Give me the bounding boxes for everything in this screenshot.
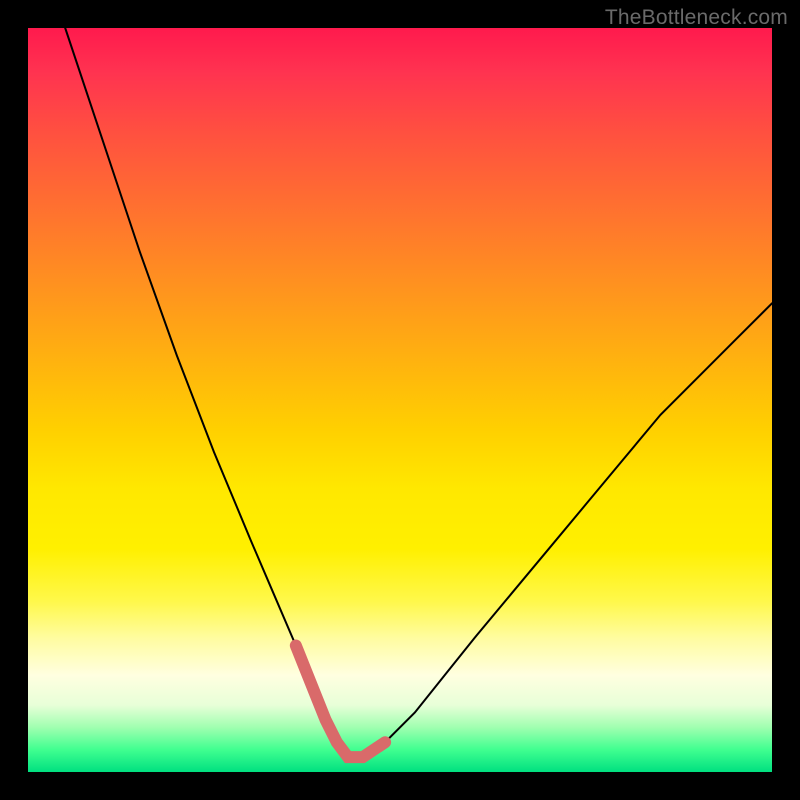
bottleneck-curve: [65, 28, 772, 757]
plot-area: [28, 28, 772, 772]
curve-minimum-highlight: [296, 646, 385, 758]
chart-svg: [28, 28, 772, 772]
chart-frame: TheBottleneck.com: [0, 0, 800, 800]
watermark-text: TheBottleneck.com: [605, 6, 788, 30]
